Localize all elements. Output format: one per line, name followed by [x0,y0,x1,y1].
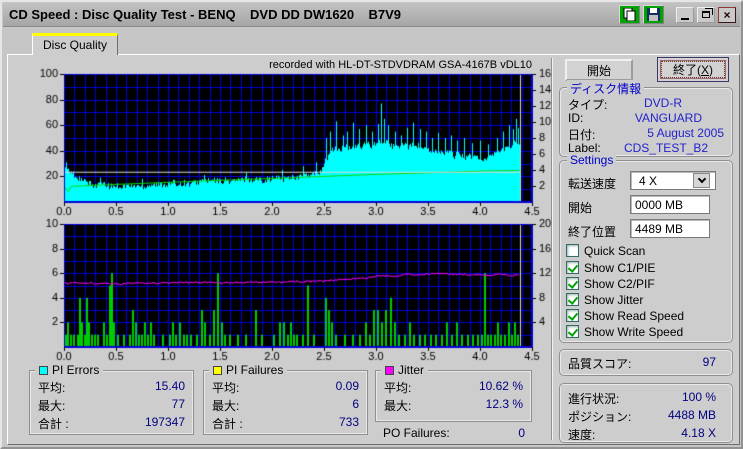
stat-box-pi-errors: PI Errors 平均: 15.40 最大: 77 合計 :197347 [29,363,194,435]
transfer-rate-value: 4 X [639,173,658,188]
checkbox-show-c1-pie[interactable]: Show C1/PIE [566,260,655,275]
checkbox-show-c2-pif[interactable]: Show C2/PIF [566,276,655,291]
stat-box-pi-failures: PI Failures 平均: 0.09 最大: 6 合計 :733 [203,363,368,435]
maximize-button[interactable] [697,6,715,23]
checkbox-box[interactable] [566,244,579,257]
copy-report-icon-button[interactable] [619,5,640,24]
copy-pages-icon [623,8,636,21]
checkbox-quick-scan[interactable]: Quick Scan [566,243,645,258]
progress-row: 進行状況: 100 % [568,390,716,406]
titlebar: CD Speed : Disc Quality Test - BENQ DVD … [3,3,740,27]
window-title: CD Speed : Disc Quality Test - BENQ DVD … [9,7,402,22]
position-row: ポジション: 4488 MB [568,408,716,424]
checkbox-box[interactable] [566,309,579,322]
end-position-field[interactable] [630,219,710,238]
checkbox-show-write-speed[interactable]: Show Write Speed [566,324,683,339]
app-window: CD Speed : Disc Quality Test - BENQ DVD … [0,0,743,449]
quality-score-row: 品質スコア: 97 [568,355,716,371]
checkbox-box[interactable] [566,293,579,306]
start-button[interactable]: 開始 [565,59,633,81]
checkbox-box[interactable] [566,277,579,290]
tab-disc-quality[interactable]: Disc Quality [32,33,118,55]
speed-row: 速度: 4.18 X [568,426,716,442]
transfer-rate-label: 転送速度 [568,177,617,191]
combo-dropdown-button[interactable] [693,173,710,188]
end-position-label: 終了位置 [568,225,617,239]
recorded-with-text: recorded with HL-DT-STDVDRAM GSA-4167B v… [269,59,532,71]
disc-id-row: ID: VANGUARD [568,111,702,125]
exit-button[interactable]: 終了(X) [657,57,729,82]
minimize-icon [681,17,689,20]
close-button[interactable]: × [718,6,736,23]
floppy-disk-icon [647,8,660,21]
start-position-field[interactable] [630,195,710,214]
close-icon: × [723,7,731,22]
checkbox-box[interactable] [566,325,579,338]
chevron-down-icon [697,174,706,184]
checkbox-show-jitter[interactable]: Show Jitter [566,292,643,307]
po-failures-row: PO Failures: 0 [383,426,525,440]
settings-group-title: Settings [567,153,617,167]
save-icon-button[interactable] [643,5,664,24]
transfer-rate-select[interactable]: 4 X [630,171,716,190]
quality-charts-canvas [24,58,554,370]
start-position-label: 開始 [568,201,593,215]
checkbox-box[interactable] [566,261,579,274]
disc-info-group-title: ディスク情報 [567,80,645,97]
minimize-button[interactable] [676,6,694,23]
restore-icon [702,11,710,18]
stat-box-jitter: Jitter 平均: 10.62 % 最大: 12.3 % [375,363,532,422]
checkbox-show-read-speed[interactable]: Show Read Speed [566,308,684,323]
